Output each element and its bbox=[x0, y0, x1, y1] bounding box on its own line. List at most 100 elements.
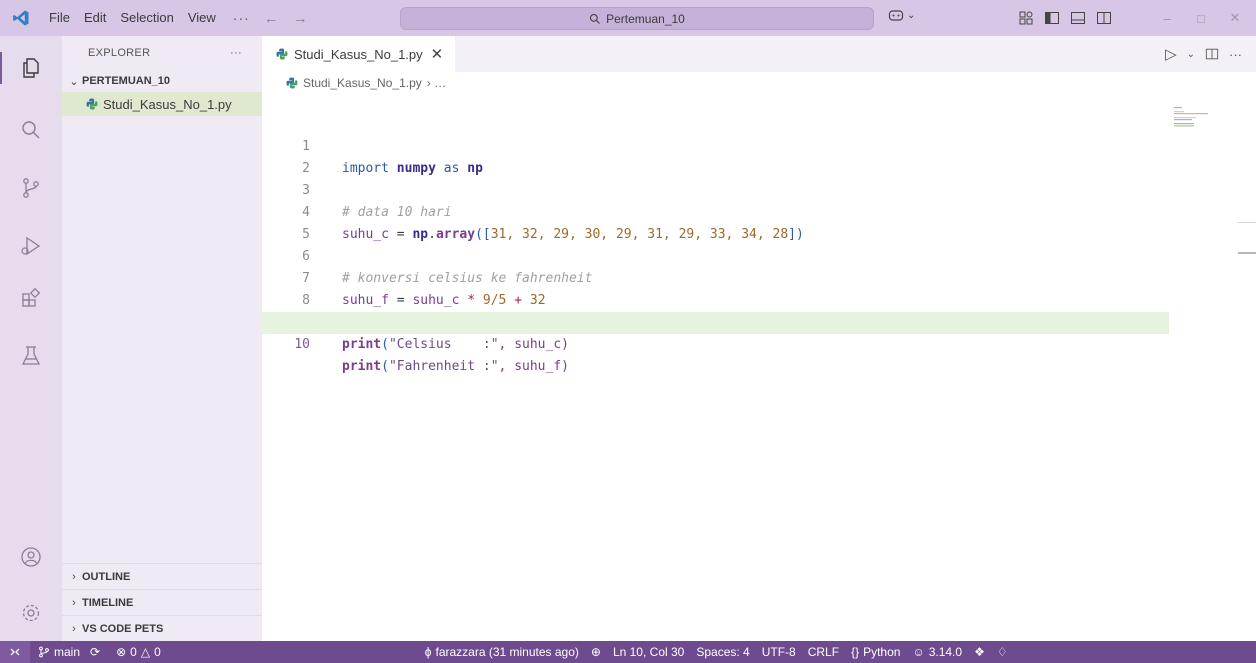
copilot-icon bbox=[888, 10, 904, 21]
toggle-panel-icon[interactable] bbox=[1070, 10, 1086, 26]
cursor-position[interactable]: Ln 10, Col 30 bbox=[607, 645, 690, 659]
editor-actions: ▷ ⌄ ··· bbox=[1165, 45, 1242, 63]
folder-pertemuan-10[interactable]: ⌄ PERTEMUAN_10 bbox=[62, 70, 262, 92]
git-blame-status[interactable]: ϕ farazzara (31 minutes ago) bbox=[419, 645, 585, 659]
code-line: 1 import numpy as np bbox=[262, 114, 1182, 176]
copilot-button[interactable]: ⌄ bbox=[888, 8, 915, 22]
title-bar: File Edit Selection View ··· ← → Pertemu… bbox=[0, 0, 1256, 36]
source-control-icon[interactable] bbox=[0, 164, 62, 212]
chevron-down-icon: ⌄ bbox=[907, 9, 916, 21]
tab-label: Studi_Kasus_No_1.py bbox=[294, 46, 423, 62]
back-arrow-icon[interactable]: ← bbox=[264, 10, 279, 27]
encoding-status[interactable]: UTF-8 bbox=[756, 645, 802, 659]
code-line: 6 # konversi celsius ke fahrenheit bbox=[262, 224, 1182, 286]
search-icon[interactable] bbox=[0, 106, 62, 154]
more-actions-icon[interactable]: ··· bbox=[1229, 47, 1242, 62]
customize-layout-icon[interactable] bbox=[1018, 10, 1034, 26]
vscode-pets-section[interactable]: › VS CODE PETS bbox=[62, 615, 262, 641]
file-studi-kasus-no-1[interactable]: Studi_Kasus_No_1.py bbox=[62, 92, 262, 116]
scrollbar-cursor-marker bbox=[1238, 252, 1256, 254]
split-editor-icon[interactable] bbox=[1205, 47, 1219, 61]
menu-edit[interactable]: Edit bbox=[77, 0, 113, 36]
branch-status[interactable]: main ⟳ bbox=[30, 645, 106, 659]
outline-label: OUTLINE bbox=[82, 570, 131, 583]
warning-icon: △ bbox=[140, 645, 151, 659]
run-debug-icon[interactable] bbox=[0, 222, 62, 270]
problems-status[interactable]: ⊗ 0 △ 0 bbox=[106, 645, 167, 659]
toggle-secondary-sidebar-icon[interactable] bbox=[1096, 10, 1112, 26]
python-file-icon bbox=[86, 98, 98, 110]
explorer-title: EXPLORER bbox=[88, 47, 151, 59]
restore-icon[interactable]: □ bbox=[1184, 0, 1218, 36]
close-icon[interactable]: ✕ bbox=[1218, 0, 1252, 36]
settings-gear-icon[interactable] bbox=[0, 589, 62, 637]
feedback-icon: ❖ bbox=[974, 645, 985, 659]
branch-name: main bbox=[54, 645, 81, 659]
outline-section[interactable]: › OUTLINE bbox=[62, 563, 262, 589]
run-file-icon[interactable]: ▷ bbox=[1165, 45, 1177, 63]
indentation-status[interactable]: Spaces: 4 bbox=[690, 645, 755, 659]
testing-icon[interactable] bbox=[0, 332, 62, 380]
editor-tabs: Studi_Kasus_No_1.py ✕ bbox=[262, 36, 1256, 72]
command-center-label: Pertemuan_10 bbox=[606, 11, 685, 26]
navigation-controls: ← → bbox=[260, 10, 320, 27]
error-icon: ⊗ bbox=[116, 645, 127, 659]
chevron-down-icon: ⌄ bbox=[69, 75, 79, 88]
editor-area: Studi_Kasus_No_1.py ✕ ▷ ⌄ ··· Studi_Kasu… bbox=[262, 36, 1256, 641]
sync-icon[interactable]: ⟳ bbox=[90, 645, 100, 659]
language-mode[interactable]: {} Python bbox=[845, 645, 906, 659]
version-label: 3.14.0 bbox=[928, 645, 963, 659]
tab-studi-kasus-no-1[interactable]: Studi_Kasus_No_1.py ✕ bbox=[262, 36, 456, 72]
zoom-in-icon: ⊕ bbox=[590, 645, 601, 659]
code-line: 3 # data 10 hari bbox=[262, 158, 1182, 220]
code-line: 8 bbox=[262, 268, 1182, 308]
eol-status[interactable]: CRLF bbox=[802, 645, 845, 659]
menu-selection[interactable]: Selection bbox=[113, 0, 180, 36]
chevron-right-icon: › bbox=[72, 622, 76, 635]
code-line: 7 suhu_f = suhu_c * 9/5 + 32 bbox=[262, 246, 1182, 308]
chevron-down-icon[interactable]: ⌄ bbox=[1187, 49, 1195, 60]
menu-file[interactable]: File bbox=[42, 0, 77, 36]
accounts-icon[interactable] bbox=[0, 533, 62, 581]
error-count: 0 bbox=[130, 645, 137, 659]
window-controls: – □ ✕ bbox=[1150, 0, 1252, 36]
breadcrumb-rest[interactable]: › … bbox=[427, 76, 446, 90]
remote-indicator-icon[interactable] bbox=[0, 641, 30, 663]
code-editor[interactable]: 1 import numpy as np 2 3 # data 10 hari … bbox=[262, 114, 1182, 374]
zoom-status[interactable]: ⊕ bbox=[585, 645, 607, 659]
timeline-section[interactable]: › TIMELINE bbox=[62, 589, 262, 615]
vscode-pets-label: VS CODE PETS bbox=[82, 622, 164, 635]
scrollbar-track[interactable] bbox=[1238, 222, 1256, 223]
explorer-icon[interactable] bbox=[0, 44, 62, 92]
code-line: 2 bbox=[262, 136, 1182, 176]
forward-arrow-icon[interactable]: → bbox=[293, 10, 308, 27]
breadcrumb-file[interactable]: Studi_Kasus_No_1.py bbox=[303, 76, 422, 90]
code-line: 5 bbox=[262, 202, 1182, 242]
folder-label: PERTEMUAN_10 bbox=[82, 75, 171, 87]
breadcrumb: Studi_Kasus_No_1.py › … bbox=[262, 72, 1256, 94]
command-center-search[interactable]: Pertemuan_10 bbox=[400, 7, 874, 30]
close-tab-icon[interactable]: ✕ bbox=[431, 45, 444, 63]
notifications-status[interactable]: ♢ bbox=[991, 645, 1014, 659]
git-branch-icon bbox=[39, 646, 49, 658]
chevron-right-icon: › bbox=[72, 596, 76, 609]
minimize-icon[interactable]: – bbox=[1150, 0, 1184, 36]
chevron-right-icon: › bbox=[72, 570, 76, 583]
explorer-more-button[interactable]: ··· bbox=[230, 47, 242, 59]
menu-view[interactable]: View bbox=[181, 0, 223, 36]
vscode-logo-icon bbox=[0, 0, 42, 36]
explorer-header: EXPLORER ··· bbox=[62, 36, 262, 70]
activity-bar bbox=[0, 36, 62, 641]
warning-count: 0 bbox=[154, 645, 161, 659]
toggle-primary-sidebar-icon[interactable] bbox=[1044, 10, 1060, 26]
braces-icon: {} bbox=[851, 645, 860, 659]
file-label: Studi_Kasus_No_1.py bbox=[103, 96, 232, 112]
feedback-status[interactable]: ❖ bbox=[968, 645, 991, 659]
code-line: 9 print("Celsius :", suhu_c) bbox=[262, 290, 1182, 352]
python-version[interactable]: ☺ 3.14.0 bbox=[906, 645, 968, 659]
bell-icon: ♢ bbox=[996, 645, 1008, 659]
menu-more-button[interactable]: ··· bbox=[223, 10, 260, 26]
minimap[interactable] bbox=[1174, 106, 1214, 128]
code-line: 4 suhu_c = np.array([31, 32, 29, 30, 29,… bbox=[262, 180, 1182, 242]
extensions-icon[interactable] bbox=[0, 274, 62, 322]
